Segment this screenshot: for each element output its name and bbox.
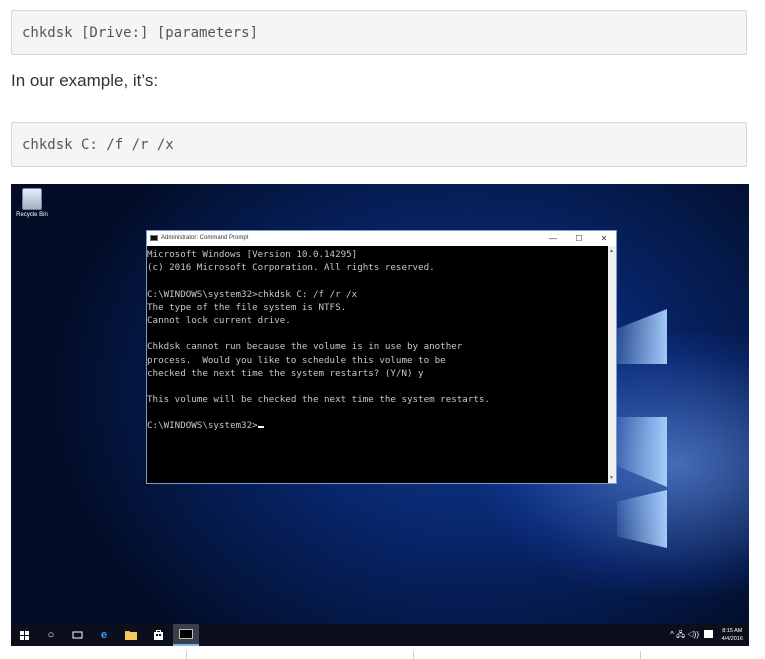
minimize-button[interactable]: — bbox=[540, 231, 566, 246]
paragraph-text: In our example, it’s: bbox=[11, 71, 159, 90]
vertical-scrollbar[interactable]: ▲ ▼ bbox=[608, 246, 616, 483]
windows-logo-icon bbox=[19, 631, 29, 640]
start-button[interactable] bbox=[11, 624, 37, 646]
console-line: C:\WINDOWS\system32>chkdsk C: /f /r /x bbox=[147, 288, 358, 300]
store-button[interactable] bbox=[145, 624, 171, 646]
edge-icon: e bbox=[100, 629, 108, 641]
search-button[interactable]: ○ bbox=[38, 624, 64, 646]
command-prompt-taskbar-button[interactable] bbox=[173, 624, 199, 646]
divider-tick bbox=[413, 651, 414, 659]
console-line: Cannot lock current drive. bbox=[147, 314, 291, 326]
console-line: This volume will be checked the next tim… bbox=[147, 394, 490, 406]
task-view-button[interactable] bbox=[64, 624, 90, 646]
recycle-bin-desktop-icon[interactable]: Recycle Bin bbox=[13, 188, 51, 218]
console-prompt: C:\WINDOWS\system32> bbox=[147, 420, 258, 432]
scroll-up-icon[interactable]: ▲ bbox=[609, 248, 614, 254]
console-line: process. Would you like to schedule this… bbox=[147, 354, 446, 366]
console-line: (c) 2016 Microsoft Corporation. All righ… bbox=[147, 262, 435, 274]
store-bag-icon bbox=[153, 630, 163, 640]
close-button[interactable]: ✕ bbox=[591, 231, 617, 246]
text-cursor bbox=[257, 426, 264, 429]
tray-icons[interactable]: ^ 🖧 ◁)) bbox=[670, 624, 699, 646]
command-prompt-window[interactable]: Administrator: Command Prompt — ☐ ✕ Micr… bbox=[146, 230, 617, 484]
console-line: The type of the file system is NTFS. bbox=[147, 301, 347, 313]
scroll-down-icon[interactable]: ▼ bbox=[609, 475, 614, 481]
code-block-example: chkdsk C: /f /r /x bbox=[11, 122, 747, 167]
task-view-icon bbox=[72, 631, 82, 639]
search-icon: ○ bbox=[47, 629, 55, 641]
divider-tick bbox=[640, 651, 641, 659]
maximize-button[interactable]: ☐ bbox=[566, 231, 592, 246]
console-line: Chkdsk cannot run because the volume is … bbox=[147, 341, 463, 353]
action-center-icon[interactable] bbox=[704, 630, 713, 638]
console-line: Microsoft Windows [Version 10.0.14295] bbox=[147, 249, 358, 260]
console-prompt-line[interactable]: C:\WINDOWS\system32> bbox=[147, 419, 609, 432]
console-output[interactable]: Microsoft Windows [Version 10.0.14295] (… bbox=[147, 246, 609, 485]
wallpaper-beam bbox=[611, 309, 667, 364]
code-block-syntax: chkdsk [Drive:] [parameters] bbox=[11, 10, 747, 55]
taskbar: ○ e ^ 🖧 ◁)) 8:15 AM 4/4/2016 bbox=[11, 624, 749, 646]
console-line: checked the next time the system restart… bbox=[147, 367, 424, 379]
window-titlebar[interactable]: Administrator: Command Prompt — ☐ ✕ bbox=[147, 231, 616, 246]
cmd-icon bbox=[179, 629, 193, 639]
divider-tick bbox=[186, 651, 187, 659]
system-tray: ^ 🖧 ◁)) 8:15 AM 4/4/2016 bbox=[629, 624, 749, 646]
folder-icon bbox=[125, 631, 137, 640]
window-title: Administrator: Command Prompt bbox=[161, 235, 249, 241]
recycle-bin-label: Recycle Bin bbox=[16, 212, 48, 218]
file-explorer-button[interactable] bbox=[118, 624, 144, 646]
recycle-bin-icon bbox=[22, 188, 42, 210]
windows-desktop-screenshot: Recycle Bin Administrator: Command Promp… bbox=[11, 184, 749, 646]
cmd-app-icon bbox=[150, 235, 158, 241]
edge-browser-button[interactable]: e bbox=[91, 624, 117, 646]
clock-time: 8:15 AM bbox=[722, 628, 743, 634]
clock[interactable]: 8:15 AM 4/4/2016 bbox=[722, 627, 743, 643]
clock-date: 4/4/2016 bbox=[721, 636, 743, 642]
